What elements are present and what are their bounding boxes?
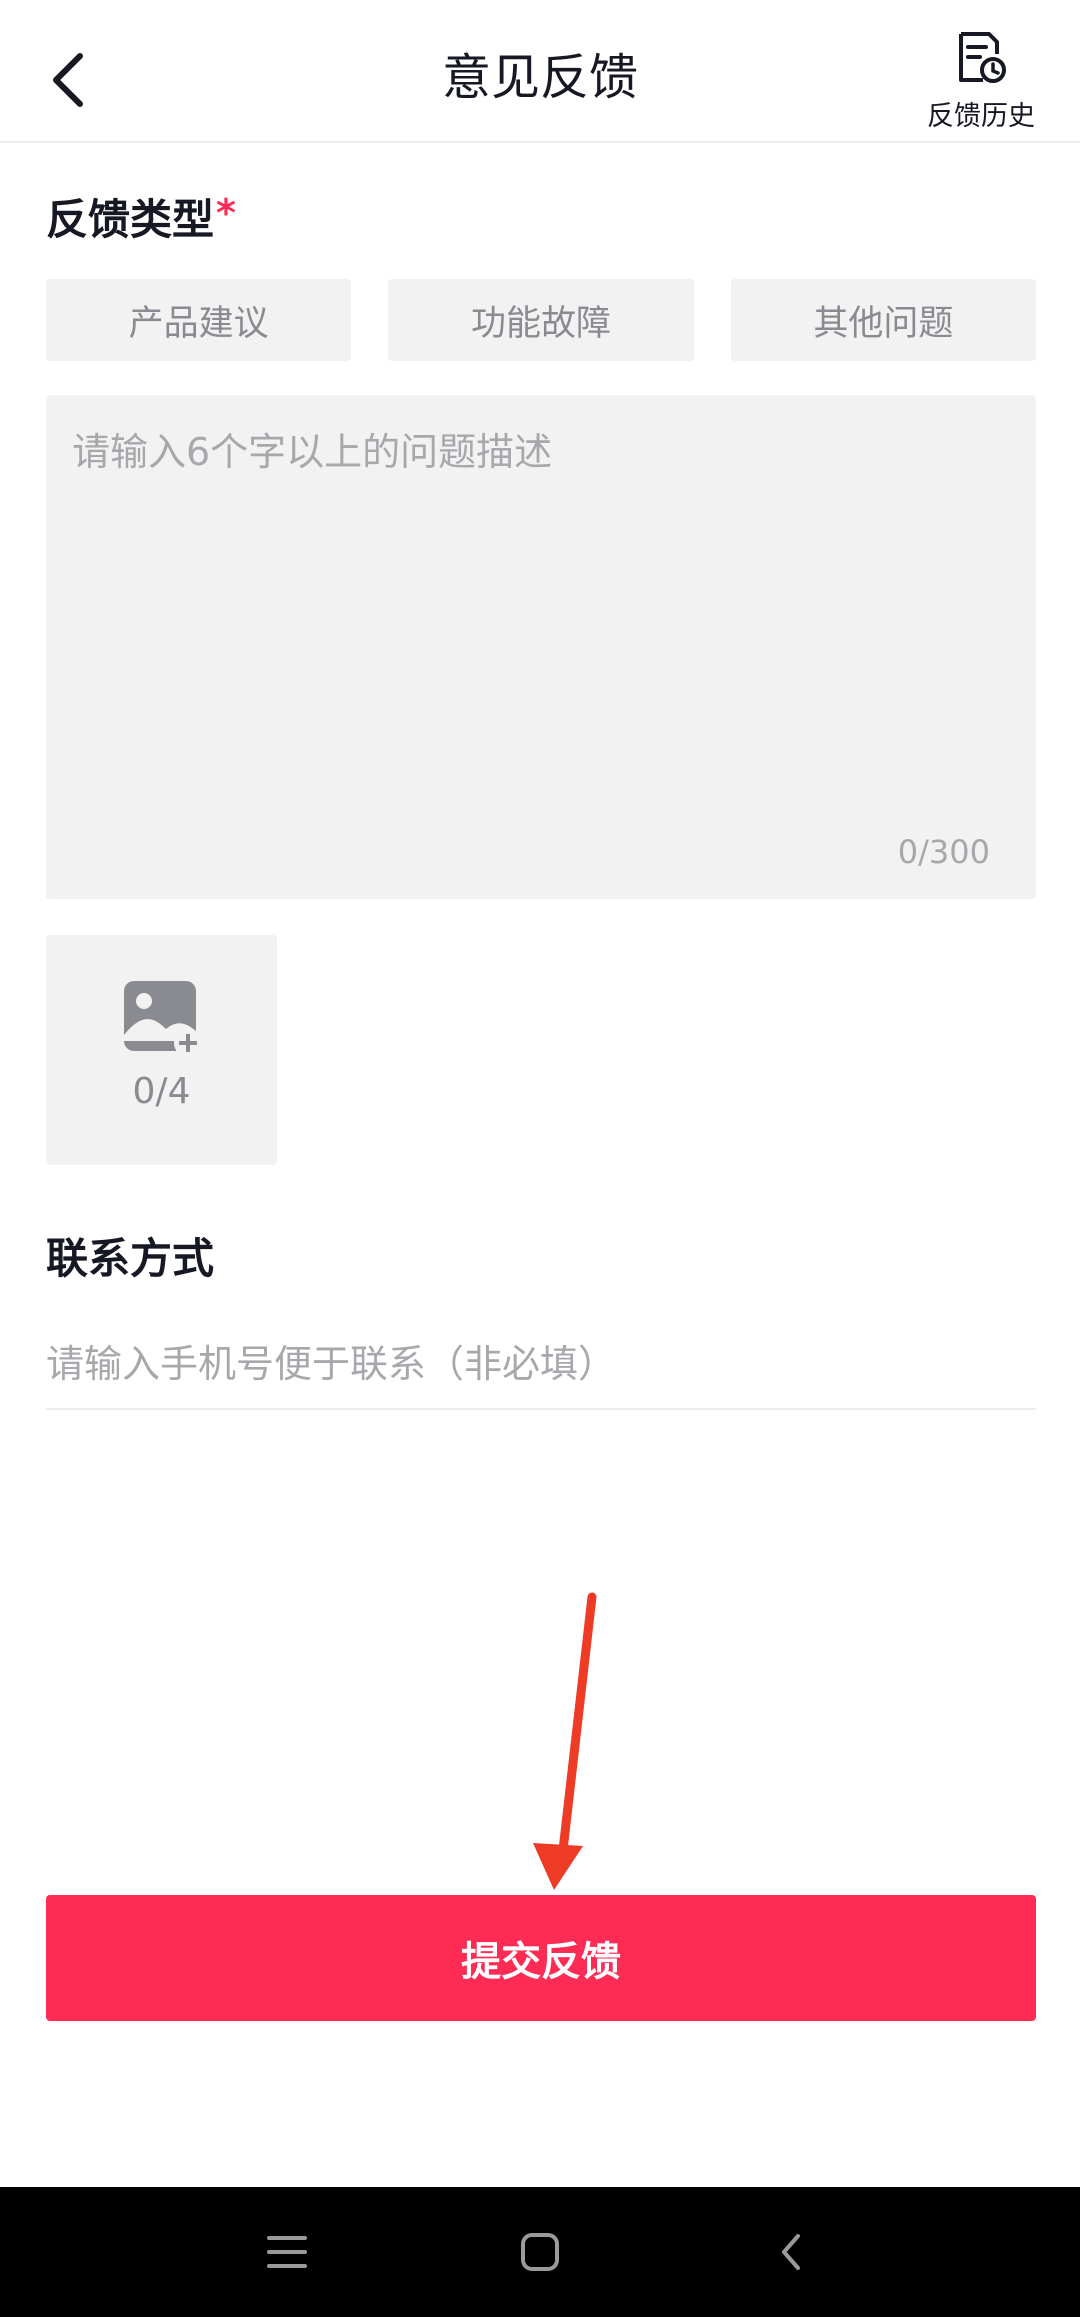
feedback-history-label: 反馈历史 — [927, 101, 1035, 132]
type-option-product-suggestion[interactable]: 产品建议 — [46, 279, 352, 361]
document-clock-icon — [959, 32, 1006, 83]
system-navigation-bar — [0, 2187, 1080, 2317]
contact-label: 联系方式 — [46, 1234, 215, 1283]
top-bar: 意见反馈 反馈历史 — [0, 0, 1080, 143]
description-input[interactable] — [46, 395, 1036, 899]
feedback-type-label: 反馈类型* — [46, 186, 236, 247]
type-option-other-issue[interactable]: 其他问题 — [730, 279, 1036, 361]
feedback-type-label-text: 反馈类型 — [46, 195, 215, 244]
home-button[interactable] — [505, 2217, 575, 2287]
menu-button[interactable] — [252, 2217, 322, 2287]
description-box: 0/300 — [46, 395, 1036, 899]
add-image-button[interactable]: 0/4 — [46, 935, 277, 1165]
character-counter: 0/300 — [897, 833, 990, 871]
feedback-history-button[interactable]: 反馈历史 — [916, 30, 1046, 134]
menu-icon — [267, 2236, 307, 2268]
back-chevron-icon — [782, 2234, 800, 2270]
type-option-function-fault[interactable]: 功能故障 — [388, 279, 694, 361]
submit-feedback-button[interactable]: 提交反馈 — [46, 1895, 1036, 2021]
feedback-type-options: 产品建议 功能故障 其他问题 — [46, 279, 1036, 361]
image-count: 0/4 — [132, 1070, 191, 1112]
system-back-button[interactable] — [756, 2217, 826, 2287]
feedback-page: 意见反馈 反馈历史 反馈类型* 产品建议 功能故障 其他问题 0/300 — [0, 0, 1080, 2317]
required-mark: * — [216, 191, 236, 235]
contact-phone-input[interactable] — [46, 1320, 1036, 1410]
home-square-icon — [521, 2233, 559, 2271]
add-image-icon — [123, 980, 202, 1057]
